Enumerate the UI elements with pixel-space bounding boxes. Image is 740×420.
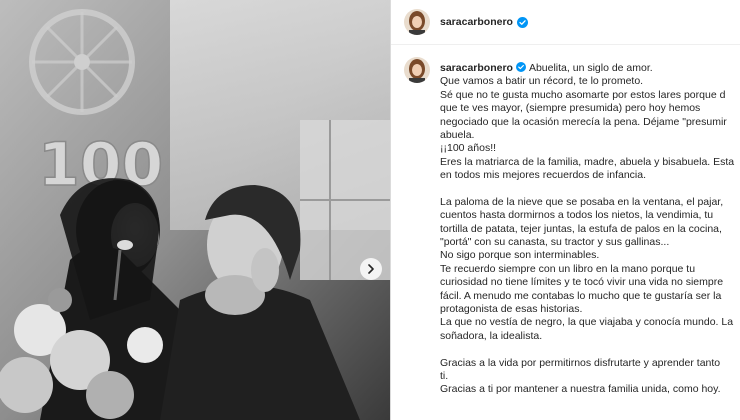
avatar[interactable]	[404, 9, 430, 35]
chevron-right-icon	[368, 264, 374, 274]
post-side-panel: saracarbonero saracarbonero Abuelita, un …	[390, 0, 740, 420]
instagram-post: 100 saracarbonero saracarbonero Abuelita…	[0, 0, 740, 420]
caption-line: Abuelita, un siglo de amor.	[528, 62, 653, 74]
caption-line: Gracias a ti por mantener a nuestra fami…	[440, 383, 721, 396]
caption-line: soñadora, la idealista.	[440, 329, 543, 342]
caption-line-first: saracarbonero Abuelita, un siglo de amor.	[440, 62, 734, 75]
caption-line: Te recuerdo siempre con un libro en la m…	[440, 262, 696, 275]
caption-line: Gracias a la vida por permitirnos disfru…	[440, 356, 721, 369]
caption-line: en todos mis mejores recuerdos de infanc…	[440, 169, 647, 182]
caption-line: No sigo porque son interminables.	[440, 249, 600, 262]
caption-line: cuentos hasta dormirnos a todos los niet…	[440, 209, 714, 222]
caption-line: curiosidad no tiene límites y te tocó vi…	[440, 276, 724, 289]
caption-line: La que no vestía de negro, la que viajab…	[440, 316, 734, 329]
post-header: saracarbonero	[391, 0, 740, 45]
caption-line: abuela.	[440, 128, 475, 141]
next-photo-button[interactable]	[360, 258, 382, 280]
caption-line: ¡¡100 años!!	[440, 142, 497, 155]
verified-badge-icon	[516, 16, 528, 28]
post-photo[interactable]: 100	[0, 0, 390, 420]
caption-line: fácil. A menudo me contabas lo mucho que…	[440, 289, 722, 302]
header-username[interactable]: saracarbonero	[440, 16, 513, 28]
caption-text: saracarbonero Abuelita, un siglo de amor.…	[440, 62, 734, 397]
caption-line: ti.	[440, 369, 449, 382]
caption-line: "portá" con su canasta, su tractor y sus…	[440, 236, 670, 249]
caption-username[interactable]: saracarbonero	[440, 62, 513, 74]
caption-line: que te ves mayor, (siempre presumida) pe…	[440, 102, 701, 115]
caption-line: Que vamos a batir un récord, te lo prome…	[440, 75, 644, 88]
photo-grandmother-granddaughter: 100	[0, 0, 390, 420]
caption-line: Eres la matriarca de la familia, madre, …	[440, 155, 735, 168]
caption-line: Sé que no te gusta mucho asomarte por es…	[440, 88, 726, 101]
caption-avatar[interactable]	[404, 57, 430, 83]
verified-badge-icon	[515, 62, 526, 72]
caption-line: La paloma de la nieve que se posaba en l…	[440, 195, 724, 208]
post-caption: saracarbonero Abuelita, un siglo de amor.…	[391, 45, 740, 397]
caption-line: negociado que la ocasión merecía la pena…	[440, 115, 727, 128]
caption-line: protagonista de esas historias.	[440, 303, 583, 316]
caption-line: tortilla de patata, tejer juntas, la est…	[440, 222, 722, 235]
